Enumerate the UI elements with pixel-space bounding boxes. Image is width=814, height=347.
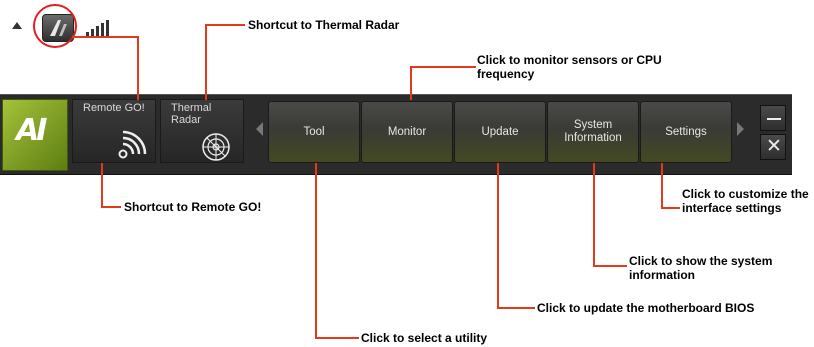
callout-line bbox=[315, 337, 359, 339]
tab-system-information[interactable]: System Information bbox=[547, 101, 639, 163]
radar-icon bbox=[202, 133, 230, 161]
tab-update-label: Update bbox=[481, 125, 519, 138]
tab-tool[interactable]: Tool bbox=[268, 101, 360, 163]
callout-line bbox=[101, 163, 103, 207]
logo-text: AI bbox=[16, 113, 47, 148]
tab-settings[interactable]: Settings bbox=[640, 101, 732, 163]
tab-system-information-label: System Information bbox=[564, 119, 622, 144]
callout-line bbox=[205, 24, 207, 100]
system-tray bbox=[0, 0, 120, 52]
thermal-radar-shortcut[interactable]: Thermal Radar bbox=[160, 99, 244, 163]
annotation-remote-go: Shortcut to Remote GO! bbox=[124, 200, 262, 214]
wireless-icon bbox=[118, 130, 147, 159]
callout-line bbox=[137, 36, 139, 100]
annotation-thermal-radar: Shortcut to Thermal Radar bbox=[248, 18, 400, 32]
callout-line bbox=[205, 24, 245, 26]
tab-monitor-label: Monitor bbox=[387, 125, 427, 138]
callout-line bbox=[72, 36, 138, 38]
remote-go-shortcut[interactable]: Remote GO! bbox=[72, 99, 156, 163]
callout-line bbox=[661, 163, 663, 208]
scroll-right-icon[interactable] bbox=[737, 122, 744, 136]
highlight-circle bbox=[33, 4, 77, 48]
annotation-monitor: Click to monitor sensors or CPU frequenc… bbox=[477, 53, 662, 81]
tab-monitor[interactable]: Monitor bbox=[361, 101, 453, 163]
up-arrow-icon[interactable] bbox=[12, 22, 22, 29]
callout-line bbox=[410, 66, 476, 68]
callout-line bbox=[497, 163, 499, 308]
tab-tool-label: Tool bbox=[303, 125, 325, 138]
thermal-radar-label: Thermal Radar bbox=[171, 102, 212, 126]
callout-line bbox=[661, 207, 680, 209]
annotation-update: Click to update the motherboard BIOS bbox=[537, 301, 755, 315]
callout-line bbox=[593, 163, 595, 266]
annotation-system-information: Click to show the system information bbox=[629, 254, 773, 282]
tab-settings-label: Settings bbox=[665, 125, 707, 138]
annotation-tool: Click to select a utility bbox=[361, 331, 488, 345]
callout-line bbox=[593, 265, 627, 267]
callout-line bbox=[315, 163, 317, 338]
minimize-button[interactable] bbox=[760, 105, 786, 131]
close-icon: ✕ bbox=[766, 136, 782, 157]
callout-line bbox=[497, 307, 535, 309]
callout-line bbox=[410, 66, 412, 100]
tab-update[interactable]: Update bbox=[454, 101, 546, 163]
close-button[interactable]: ✕ bbox=[760, 134, 786, 160]
minimize-icon bbox=[767, 118, 781, 120]
scroll-left-icon[interactable] bbox=[256, 122, 263, 136]
callout-line bbox=[101, 206, 121, 208]
annotation-settings: Click to customize the interface setting… bbox=[682, 187, 809, 215]
remote-go-label: Remote GO! bbox=[83, 102, 145, 114]
